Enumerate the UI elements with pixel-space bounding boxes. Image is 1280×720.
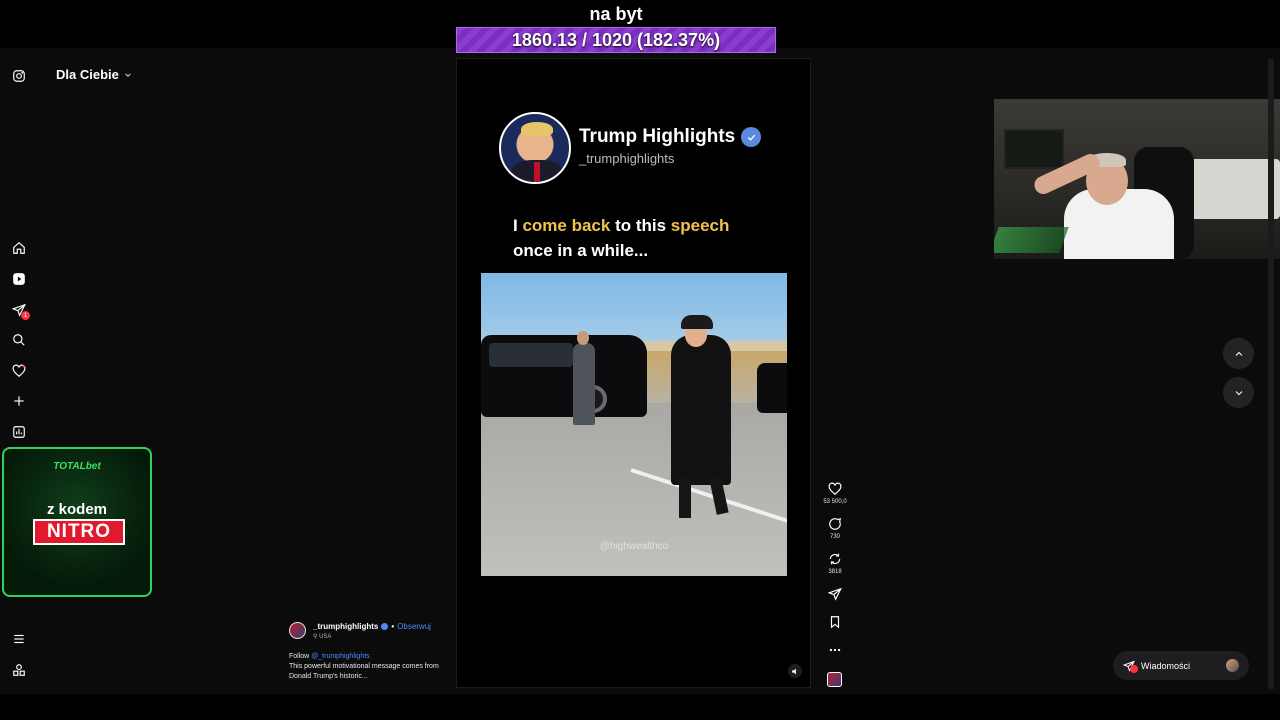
feed-selector[interactable]: Dla Ciebie [56,67,133,82]
instagram-icon[interactable] [11,68,27,84]
post-username[interactable]: _trumphighlights [313,622,378,631]
chevron-down-icon [1235,390,1242,395]
chevron-down-icon [125,72,131,77]
repost-count: 3818 [828,569,842,575]
ad-brand-logo: TOTALbet [53,461,101,472]
share-button[interactable] [820,587,850,601]
post-author: _trumphighlights • Obserwuj [313,622,431,631]
bookmark-icon [830,616,840,629]
dashboard-icon[interactable] [11,424,27,440]
video-scene: @highwealthco [481,273,787,576]
follow-button[interactable]: Obserwuj [397,622,431,631]
notifications-icon[interactable] [11,363,27,379]
messages-label: Wiadomości [1141,660,1191,671]
threads-icon[interactable] [11,662,27,678]
channel-name: Trump Highlights [579,126,762,148]
video-watermark: @highwealthco [599,541,669,552]
comment-button[interactable]: 730 [820,517,850,540]
comment-icon [829,517,842,530]
post-mention[interactable]: @_trumphighlights [311,653,369,660]
create-icon[interactable] [11,393,27,409]
reel-video[interactable]: Trump Highlights _trumphighlights I come… [456,58,811,688]
post-location[interactable]: ⚲ USA [313,633,331,640]
comment-count: 730 [829,534,840,540]
ad-brand-accent: bet [85,461,101,472]
send-icon [828,587,842,601]
previous-reel-button[interactable] [1223,338,1254,369]
messages-badge: 1 [21,311,30,320]
like-count: 53 500,0 [823,499,847,505]
reels-icon[interactable] [11,271,27,287]
messages-icon[interactable]: 1 [11,302,30,320]
menu-icon[interactable] [11,631,27,647]
overlay-progress-text: 1860.13 / 1020 (182.37%) [511,29,721,50]
post-author-avatar[interactable] [289,622,306,639]
search-icon[interactable] [11,332,27,348]
chevron-up-icon [1235,351,1242,356]
repost-icon [829,553,841,565]
save-button[interactable] [820,615,850,629]
home-icon[interactable] [11,240,27,256]
video-caption: I come back to this speech once in a whi… [513,216,730,260]
sponsor-ad[interactable]: TOTALbet z kodem NITRO [2,447,152,597]
more-options-button[interactable] [820,643,850,657]
streamer-webcam [994,99,1280,259]
feed-selector-label: Dla Ciebie [56,67,119,82]
mute-button[interactable] [788,664,802,678]
ad-promo-code: NITRO [33,519,125,545]
repost-button[interactable]: 3818 [820,552,850,575]
post-separator: • [391,622,395,631]
like-button[interactable]: 53 500,0 [820,482,850,505]
overlay-progress-bar: 1860.13 / 1020 (182.37%) [456,27,776,53]
messages-unread-badge [1130,665,1138,673]
speaker-icon [791,668,796,674]
ad-text-line1: z kodem [46,501,107,518]
stream-bottom-bar [0,694,1280,720]
messages-avatar [1226,659,1239,672]
more-icon [829,648,841,652]
channel-handle: _trumphighlights [579,151,675,166]
audio-thumbnail[interactable] [827,672,842,687]
post-description: Follow @_trumphighlights This powerful m… [289,653,439,680]
page-scrollbar[interactable] [1268,58,1274,690]
next-reel-button[interactable] [1223,377,1254,408]
verified-icon [381,623,389,630]
overlay-title: na byt [589,4,643,24]
verified-icon [741,127,762,147]
heart-icon [828,482,842,496]
channel-avatar [499,112,571,184]
